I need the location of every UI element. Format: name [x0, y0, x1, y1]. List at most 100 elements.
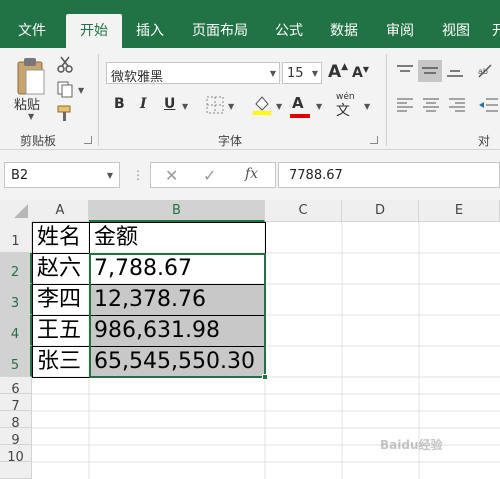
clipboard-group-label: 剪贴板 — [20, 134, 57, 148]
italic-button[interactable]: I — [140, 96, 147, 112]
underline-dropdown-icon[interactable]: ▼ — [182, 102, 188, 111]
row-header-6[interactable]: 6 — [0, 377, 32, 397]
row-header-8[interactable]: 8 — [0, 411, 32, 431]
tab-page-layout[interactable]: 页面布局 — [180, 14, 260, 48]
cell-a3[interactable]: 李四 — [32, 284, 90, 316]
cancel-icon[interactable]: ✕ — [165, 166, 178, 185]
excel-window: { "ribbon_tabs": ["文件", "开始", "插入", "页面布… — [0, 0, 500, 479]
cell-b3[interactable]: 12,378.76 — [89, 284, 266, 316]
shrink-font-label: A — [352, 65, 363, 81]
ribbon-home: 粘贴 ▼ ▼ 剪贴板 微软雅黑 ▼ 15 ▼ A▲ A▼ B I U ▼ ▼ ▼… — [0, 48, 500, 165]
chevron-down-icon: ▼ — [106, 171, 113, 180]
ribbon-separator — [98, 54, 99, 146]
format-painter-icon[interactable] — [56, 104, 74, 122]
insert-function-button[interactable]: fx — [245, 166, 258, 182]
name-box-value: B2 — [11, 168, 29, 183]
decrease-indent-icon[interactable] — [478, 98, 498, 112]
tab-more[interactable]: 开 — [484, 14, 500, 48]
cell-b4[interactable]: 986,631.98 — [89, 315, 266, 347]
underline-button[interactable]: U — [164, 96, 175, 112]
font-name-value: 微软雅黑 — [111, 70, 164, 85]
row-header-10[interactable]: 10 — [0, 445, 32, 465]
column-header-e[interactable]: E — [419, 200, 500, 222]
name-box[interactable]: B2 ▼ — [4, 162, 120, 188]
cell-b1[interactable]: 金额 — [89, 222, 266, 254]
tab-home[interactable]: 开始 — [66, 14, 122, 48]
grow-font-label: A — [328, 62, 342, 82]
cell-a2[interactable]: 赵六 — [32, 253, 90, 285]
font-launcher-icon[interactable] — [370, 136, 378, 144]
phonetic-button[interactable]: wén 文 — [336, 92, 355, 120]
phonetic-char: 文 — [336, 103, 350, 119]
column-header-b[interactable]: B — [89, 200, 265, 222]
tab-view[interactable]: 视图 — [430, 14, 482, 48]
cell-b2[interactable]: 7,788.67 — [89, 253, 266, 285]
title-bar — [0, 0, 500, 14]
tab-data[interactable]: 数据 — [318, 14, 370, 48]
formula-input[interactable]: 7788.67 — [278, 162, 500, 188]
align-middle-icon — [422, 67, 438, 74]
phonetic-dropdown-icon[interactable]: ▼ — [364, 102, 370, 111]
row-header-1[interactable]: 1 — [0, 222, 32, 253]
align-center-icon[interactable] — [422, 98, 440, 112]
fill-color-icon[interactable] — [252, 94, 272, 116]
grow-font-button[interactable]: A▲ — [328, 62, 348, 82]
cell-a1[interactable]: 姓名 — [32, 222, 90, 254]
shrink-font-button[interactable]: A▼ — [352, 65, 369, 81]
chevron-down-icon: ▼ — [269, 69, 276, 78]
align-top-icon[interactable] — [396, 64, 414, 78]
fill-color-dropdown-icon[interactable]: ▼ — [276, 102, 282, 111]
formula-bar-grip-icon: ⋮ — [132, 168, 144, 182]
paste-icon[interactable] — [14, 56, 48, 98]
orientation-icon[interactable]: ab — [476, 62, 496, 80]
bold-button[interactable]: B — [114, 96, 125, 112]
tab-file[interactable]: 文件 — [4, 14, 60, 48]
row-header-5[interactable]: 5 — [0, 346, 32, 377]
row-header-2[interactable]: 2 — [0, 253, 32, 284]
font-color-button[interactable]: A — [292, 94, 304, 112]
ribbon-tab-bar: 文件 开始 插入 页面布局 公式 数据 审阅 视图 开 — [0, 14, 500, 48]
enter-icon[interactable]: ✓ — [203, 166, 216, 185]
align-left-icon[interactable] — [396, 98, 414, 112]
font-size-select[interactable]: 15 ▼ — [282, 62, 322, 84]
align-bottom-icon[interactable] — [446, 64, 464, 78]
copy-icon[interactable] — [56, 80, 74, 98]
font-size-value: 15 — [287, 66, 304, 81]
column-header-c[interactable]: C — [265, 200, 342, 222]
font-name-select[interactable]: 微软雅黑 ▼ — [106, 62, 280, 85]
row-header-4[interactable]: 4 — [0, 315, 32, 346]
cell-b5[interactable]: 65,545,550.30 — [89, 346, 266, 378]
font-color-bar — [290, 114, 310, 118]
font-group-label: 字体 — [218, 134, 243, 148]
tab-insert[interactable]: 插入 — [124, 14, 176, 48]
column-header-a[interactable]: A — [32, 200, 89, 222]
fill-handle[interactable] — [262, 374, 268, 380]
font-color-letter: A — [292, 94, 304, 112]
cell-a5[interactable]: 张三 — [32, 346, 90, 378]
align-right-icon[interactable] — [448, 98, 466, 112]
column-header-d[interactable]: D — [342, 200, 419, 222]
border-dropdown-icon[interactable]: ▼ — [228, 102, 234, 111]
paste-button-label[interactable]: 粘贴 — [14, 94, 40, 113]
row-header-7[interactable]: 7 — [0, 394, 32, 414]
watermark: Baidu经验 — [380, 438, 443, 452]
clipboard-launcher-icon[interactable] — [84, 136, 92, 144]
formula-buttons: ✕ ✓ fx — [150, 162, 276, 188]
border-icon[interactable] — [206, 96, 224, 114]
formula-input-value: 7788.67 — [289, 168, 343, 183]
tab-formulas[interactable]: 公式 — [264, 14, 314, 48]
row-header-3[interactable]: 3 — [0, 284, 32, 315]
align-middle-button[interactable] — [418, 60, 442, 82]
tab-review[interactable]: 审阅 — [374, 14, 426, 48]
ribbon-separator — [386, 54, 387, 146]
font-color-dropdown-icon[interactable]: ▼ — [316, 102, 322, 111]
svg-text:ab: ab — [478, 67, 488, 76]
copy-dropdown-icon[interactable]: ▼ — [78, 86, 84, 95]
cut-icon[interactable] — [56, 56, 74, 74]
row-header-11[interactable] — [0, 462, 32, 479]
select-all-button[interactable] — [0, 200, 32, 222]
cell-a4[interactable]: 王五 — [32, 315, 90, 347]
paste-dropdown-icon[interactable]: ▼ — [28, 112, 34, 121]
row-header-9[interactable]: 9 — [0, 428, 32, 448]
chevron-down-icon: ▼ — [311, 69, 318, 78]
